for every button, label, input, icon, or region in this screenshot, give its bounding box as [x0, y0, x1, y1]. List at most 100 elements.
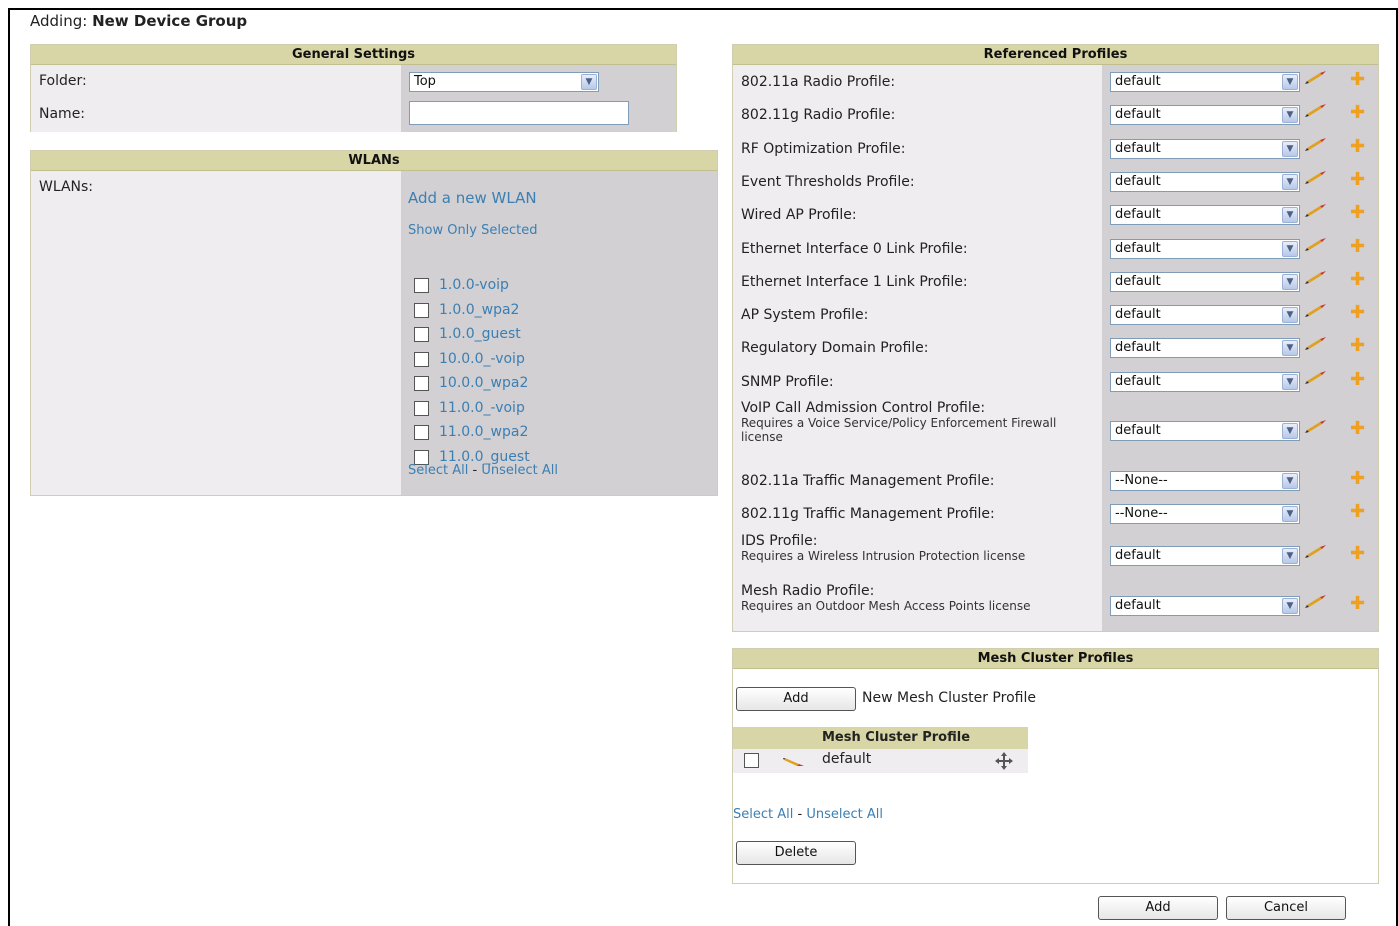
profile-select[interactable]: default ▼	[1110, 371, 1300, 392]
wlan-item-label[interactable]: 10.0.0_wpa2	[439, 375, 528, 391]
add-profile-icon[interactable]: ✚	[1350, 470, 1365, 488]
profile-select[interactable]: --None-- ▼	[1110, 504, 1300, 525]
add-mesh-cluster-button[interactable]: Add	[736, 687, 856, 711]
add-profile-icon[interactable]: ✚	[1350, 170, 1365, 188]
pencil-icon[interactable]	[1305, 544, 1327, 559]
add-profile-icon[interactable]: ✚	[1350, 370, 1365, 388]
referenced-profiles-header: Referenced Profiles	[733, 45, 1378, 65]
pencil-icon[interactable]	[1305, 104, 1327, 118]
general-settings-panel: General Settings Folder: Top ▼ Name:	[30, 44, 677, 132]
add-profile-icon[interactable]: ✚	[1350, 270, 1365, 288]
wlan-checkbox[interactable]	[414, 425, 429, 440]
pencil-icon[interactable]	[1305, 170, 1327, 185]
chevron-down-icon: ▼	[1282, 373, 1298, 390]
name-row: Name:	[31, 98, 676, 132]
add-profile-icon[interactable]: ✚	[1350, 337, 1365, 355]
wlan-checkbox[interactable]	[414, 351, 429, 367]
chevron-down-icon: ▼	[1282, 506, 1298, 523]
wlans-label: WLANs:	[39, 179, 94, 195]
profile-select[interactable]: default ▼	[1110, 238, 1300, 259]
folder-select[interactable]: Top ▼	[409, 72, 599, 92]
pencil-icon[interactable]	[1305, 594, 1327, 609]
profile-select[interactable]: default ▼	[1110, 305, 1300, 326]
add-profile-icon[interactable]: ✚	[1350, 304, 1365, 322]
delete-mesh-cluster-button[interactable]: Delete	[736, 841, 856, 865]
profile-select[interactable]: --None-- ▼	[1110, 471, 1300, 491]
add-profile-icon[interactable]: ✚	[1350, 104, 1365, 122]
wlan-checkbox[interactable]	[414, 376, 429, 391]
chevron-down-icon: ▼	[1282, 597, 1298, 614]
add-profile-icon[interactable]: ✚	[1350, 237, 1365, 255]
add-profile-icon[interactable]: ✚	[1350, 594, 1365, 612]
wlan-checkbox[interactable]	[414, 327, 429, 342]
pencil-icon[interactable]	[1305, 71, 1327, 85]
pencil-icon[interactable]	[1305, 370, 1327, 385]
wlan-checkbox[interactable]	[414, 278, 429, 293]
profile-row: 802.11g Radio Profile: default ▼ ✚	[733, 98, 1378, 131]
add-profile-icon[interactable]: ✚	[1350, 503, 1365, 521]
profile-row: Event Thresholds Profile: default ▼ ✚	[733, 165, 1378, 198]
profile-row: Ethernet Interface 1 Link Profile: defaul…	[733, 265, 1378, 298]
wlan-item-label[interactable]: 1.0.0_wpa2	[439, 302, 519, 318]
add-button[interactable]: Add	[1098, 896, 1218, 920]
profile-label: Wired AP Profile:	[741, 207, 857, 224]
wlan-item-label[interactable]: 1.0.0_guest	[439, 326, 521, 342]
name-input[interactable]	[409, 101, 629, 125]
mesh-select-all-link[interactable]: Select All	[733, 807, 793, 822]
add-profile-icon[interactable]: ✚	[1350, 544, 1365, 562]
profile-select[interactable]: default ▼	[1110, 205, 1300, 226]
pencil-icon[interactable]	[1305, 304, 1327, 318]
add-profile-icon[interactable]: ✚	[1350, 204, 1365, 222]
profile-row: 802.11g Traffic Management Profile: --Non…	[733, 497, 1378, 530]
wlan-item-label[interactable]: 1.0.0-voip	[439, 277, 509, 293]
wlan-item-label[interactable]: 11.0.0_-voip	[439, 400, 525, 416]
add-profile-icon[interactable]: ✚	[1350, 137, 1365, 155]
wlan-select-all-link[interactable]: Select All	[408, 463, 468, 478]
chevron-down-icon: ▼	[1282, 473, 1298, 489]
profile-label: 802.11g Radio Profile:	[741, 107, 896, 124]
profile-select[interactable]: default ▼	[1110, 595, 1300, 616]
pencil-icon[interactable]	[1305, 420, 1327, 434]
profile-row: Regulatory Domain Profile: default ▼ ✚	[733, 331, 1378, 364]
cancel-button[interactable]: Cancel	[1226, 896, 1346, 920]
mesh-unselect-all-link[interactable]: Unselect All	[806, 807, 883, 822]
show-only-selected-link[interactable]: Show Only Selected	[408, 223, 537, 238]
wlan-item-label[interactable]: 10.0.0_-voip	[439, 351, 525, 367]
profile-row: 802.11a Traffic Management Profile: --Non…	[733, 464, 1378, 497]
profile-select[interactable]: default ▼	[1110, 105, 1300, 126]
wlan-checkbox[interactable]	[414, 302, 429, 318]
chevron-down-icon: ▼	[1282, 74, 1298, 90]
chevron-down-icon: ▼	[1282, 307, 1298, 324]
mesh-cluster-table: Mesh Cluster Profile default	[733, 727, 1028, 773]
profile-select[interactable]: default ▼	[1110, 338, 1300, 359]
pencil-icon[interactable]	[1305, 204, 1327, 218]
pencil-icon[interactable]	[783, 753, 805, 767]
wlan-checkbox[interactable]	[414, 400, 429, 416]
add-wlan-link[interactable]: Add a new WLAN	[408, 189, 537, 207]
pencil-icon[interactable]	[1305, 137, 1327, 152]
profile-select[interactable]: default ▼	[1110, 138, 1300, 159]
profile-select[interactable]: default ▼	[1110, 72, 1300, 92]
wlan-unselect-all-link[interactable]: Unselect All	[481, 463, 558, 478]
profile-select[interactable]: default ▼	[1110, 421, 1300, 441]
profile-row: Wired AP Profile: default ▼ ✚	[733, 198, 1378, 231]
profile-select[interactable]: default ▼	[1110, 171, 1300, 192]
pencil-icon[interactable]	[1305, 270, 1327, 285]
wlan-item-label[interactable]: 11.0.0_wpa2	[439, 424, 528, 440]
profile-label: RF Optimization Profile:	[741, 140, 906, 157]
new-mesh-cluster-caption: New Mesh Cluster Profile	[862, 690, 1036, 706]
folder-row: Folder: Top ▼	[31, 65, 676, 98]
move-icon[interactable]	[993, 751, 1015, 771]
chevron-down-icon: ▼	[1282, 107, 1298, 124]
profile-label: 802.11a Traffic Management Profile:	[741, 473, 995, 489]
profile-select[interactable]: default ▼	[1110, 545, 1300, 566]
pencil-icon[interactable]	[1305, 237, 1327, 252]
mesh-row-checkbox[interactable]	[744, 753, 759, 768]
add-profile-icon[interactable]: ✚	[1350, 420, 1365, 438]
profile-label: Mesh Radio Profile: Requires an Outdoor M…	[741, 583, 1091, 613]
profile-label: 802.11a Radio Profile:	[741, 74, 896, 90]
add-profile-icon[interactable]: ✚	[1350, 71, 1365, 89]
profile-select[interactable]: default ▼	[1110, 271, 1300, 292]
profile-row: VoIP Call Admission Control Profile: Requ…	[733, 398, 1378, 464]
pencil-icon[interactable]	[1305, 337, 1327, 351]
